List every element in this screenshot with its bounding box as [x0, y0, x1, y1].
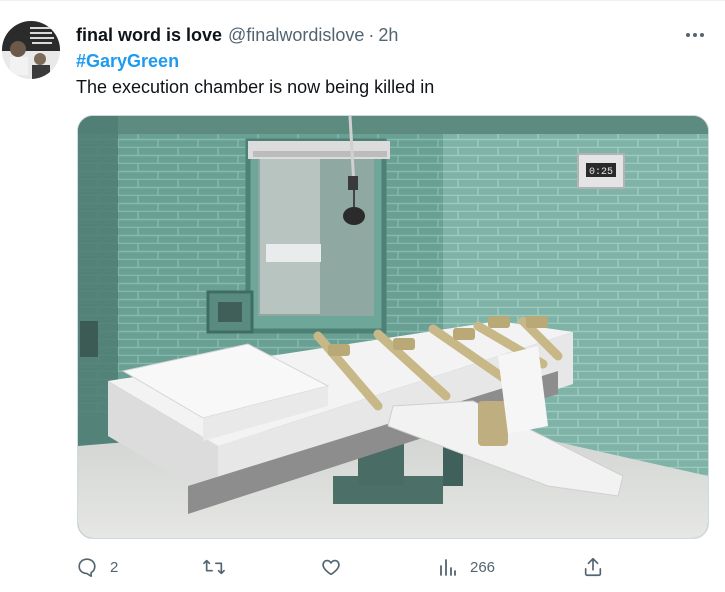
tweet-header: final word is love @finalwordislove · 2h: [76, 23, 398, 47]
like-icon: [322, 559, 340, 576]
share-icon: [584, 557, 602, 577]
reply-count: 2: [110, 558, 119, 576]
tweet-text: The execution chamber is now being kille…: [76, 77, 435, 97]
retweet-icon: [203, 559, 225, 575]
timestamp[interactable]: 2h: [378, 25, 398, 46]
avatar[interactable]: [2, 21, 60, 79]
author-handle[interactable]: @finalwordislove: [228, 25, 364, 46]
views-button[interactable]: 266: [438, 553, 495, 581]
views-count: 266: [470, 558, 496, 576]
like-button[interactable]: [320, 553, 342, 581]
author-name[interactable]: final word is love: [76, 25, 222, 46]
share-button[interactable]: [582, 553, 604, 581]
reply-button[interactable]: 2: [76, 553, 118, 581]
execution-chamber-photo: 0:25: [78, 116, 708, 538]
avatar-image: [2, 21, 60, 79]
svg-text:0:25: 0:25: [589, 167, 613, 178]
separator-dot: ·: [368, 24, 375, 45]
views-icon: [440, 559, 456, 576]
tweet-actions: 2 266: [76, 553, 716, 581]
tweet-media-image[interactable]: 0:25: [77, 115, 709, 539]
reply-icon: [78, 558, 96, 577]
more-options-button[interactable]: [683, 23, 707, 47]
tweet-card[interactable]: final word is love @finalwordislove · 2h…: [0, 0, 725, 592]
more-icon: [686, 33, 704, 37]
hashtag-link[interactable]: #GaryGreen: [76, 51, 179, 72]
retweet-button[interactable]: [202, 553, 226, 581]
